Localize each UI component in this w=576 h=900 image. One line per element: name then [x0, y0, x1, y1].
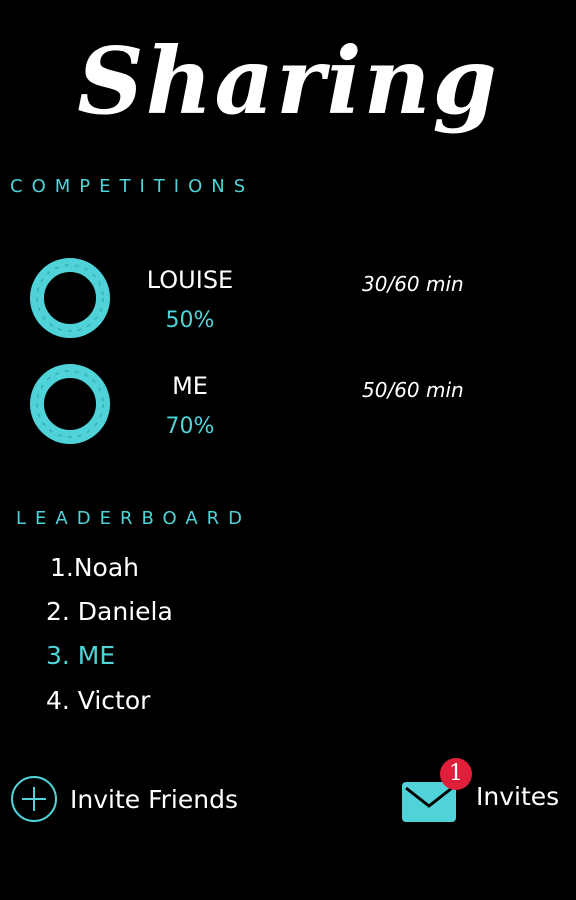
competition-row-louise[interactable]: LOUISE 50% 30/60 min — [0, 256, 576, 346]
leaderboard-heading: LEADERBOARD — [16, 508, 252, 529]
competitor-percent: 50% — [165, 308, 215, 333]
progress-ring-icon — [30, 364, 110, 444]
competitor-name: ME — [172, 372, 208, 400]
competitor-minutes: 30/60 min — [362, 272, 464, 296]
leaderboard-item: 4. Victor — [46, 686, 151, 715]
progress-ring-icon — [30, 258, 110, 338]
leaderboard-item: 1.Noah — [50, 553, 140, 582]
invites-button[interactable]: 1 Invites — [396, 758, 572, 828]
page-title: Sharing — [77, 27, 499, 135]
plus-circle-icon — [11, 776, 57, 822]
invite-friends-label: Invite Friends — [70, 784, 238, 814]
competitions-heading: COMPETITIONS — [10, 176, 255, 197]
invites-badge: 1 — [440, 758, 472, 790]
invite-friends-button[interactable]: Invite Friends — [10, 775, 238, 823]
competition-row-me[interactable]: ME 70% 50/60 min — [0, 362, 576, 452]
competitor-percent: 70% — [165, 414, 215, 439]
leaderboard-item-me: 3. ME — [46, 641, 116, 670]
leaderboard-item: 2. Daniela — [46, 597, 173, 626]
competitor-name: LOUISE — [146, 266, 234, 294]
competitor-minutes: 50/60 min — [362, 378, 464, 402]
invites-label: Invites — [476, 782, 560, 811]
